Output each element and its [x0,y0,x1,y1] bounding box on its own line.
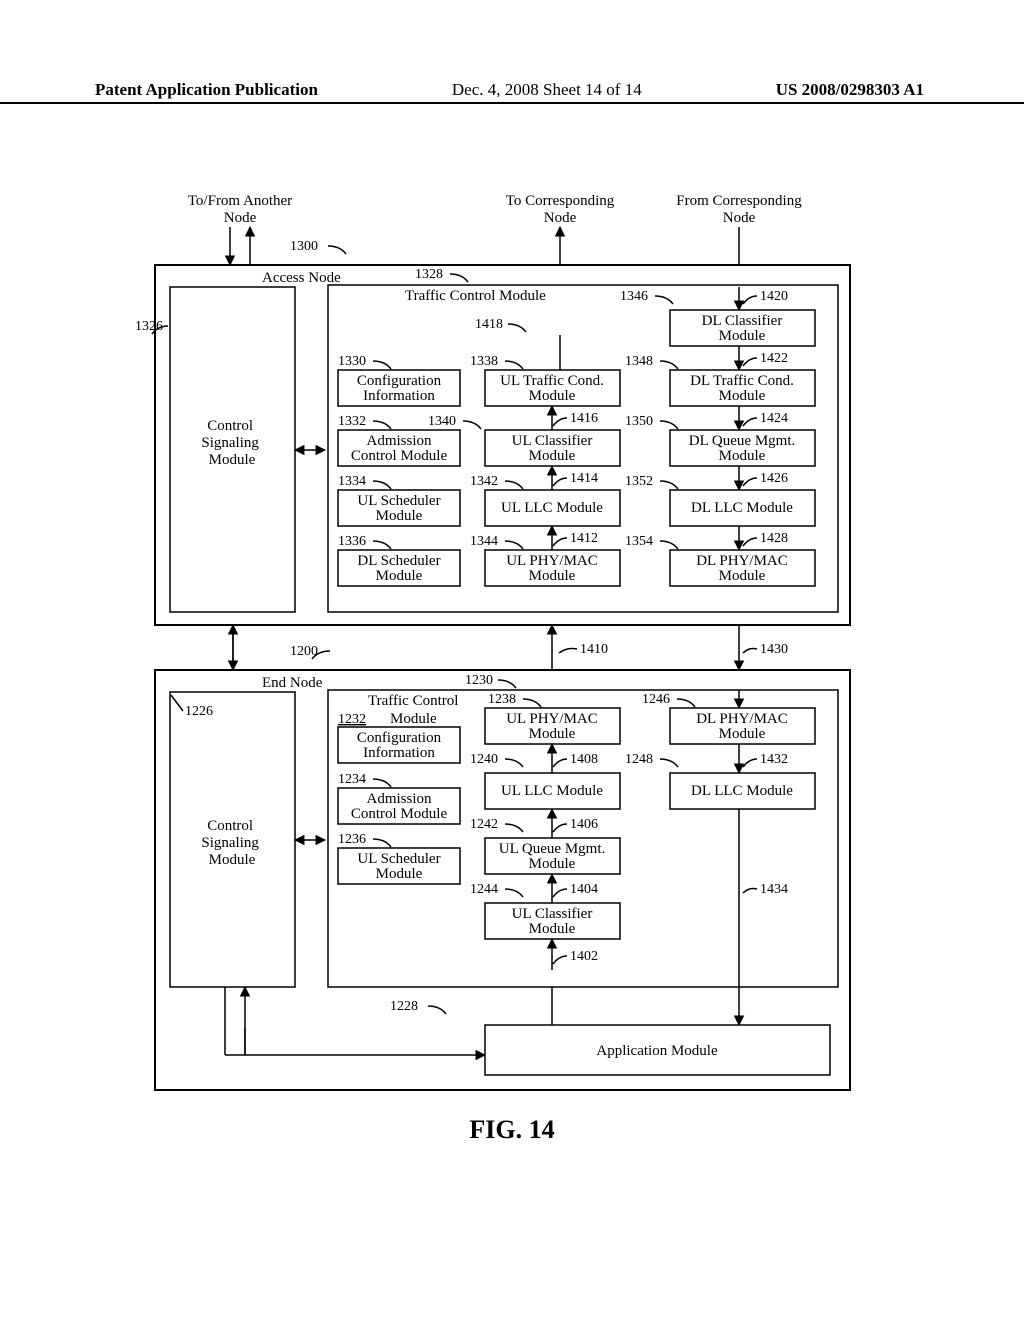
label-1330: ConfigurationInformation [357,373,442,404]
end-traffic-control-label1: Traffic Control [368,693,458,709]
ref-1402: 1402 [570,949,598,964]
leader-1410 [559,649,577,654]
ref-1406: 1406 [570,817,598,832]
ref-1412: 1412 [570,531,598,546]
ref-1234: 1234 [338,772,366,787]
ref-1430: 1430 [760,642,788,657]
ref-1246: 1246 [642,692,670,707]
end-node-title: End Node [262,675,323,691]
ref-1350: 1350 [625,414,653,429]
ref-1416: 1416 [570,411,598,426]
leader-1300 [328,246,346,254]
ref-1352: 1352 [625,474,653,489]
end-traffic-control-label2: Module [390,711,437,727]
header-right: US 2008/0298303 A1 [776,80,1024,100]
ref-1348: 1348 [625,354,653,369]
ref-1232: 1232 [338,712,366,727]
ref-1410: 1410 [580,642,608,657]
page-header: Patent Application Publication Dec. 4, 2… [0,80,1024,104]
ref-1244: 1244 [470,882,498,897]
ref-1424: 1424 [760,411,788,426]
ref-1334: 1334 [338,474,366,489]
label-1342: UL LLC Module [501,500,603,516]
application-module-label: Application Module [596,1043,718,1059]
ref-1420: 1420 [760,289,788,304]
ref-1326: 1326 [135,319,163,334]
ref-1354: 1354 [625,534,653,549]
ref-1408: 1408 [570,752,598,767]
ref-1432: 1432 [760,752,788,767]
ref-1340: 1340 [428,414,456,429]
ref-1344: 1344 [470,534,498,549]
ref-1332: 1332 [338,414,366,429]
access-node-title: Access Node [262,270,341,286]
access-control-signaling-label: Control Signaling Module [201,418,262,468]
label-1352: DL LLC Module [691,500,793,516]
figure-caption: FIG. 14 [0,1115,1024,1145]
header-center: Dec. 4, 2008 Sheet 14 of 14 [452,80,642,100]
label-config-info: ConfigurationInformation [357,730,442,761]
figure-14-diagram: To/From AnotherNode To CorrespondingNode… [130,170,875,1100]
access-traffic-control-label: Traffic Control Module [405,288,546,304]
ref-1338: 1338 [470,354,498,369]
ref-1230: 1230 [465,673,493,688]
ref-1238: 1238 [488,692,516,707]
ref-1342: 1342 [470,474,498,489]
label-1248: DL LLC Module [691,783,793,799]
ref-1428: 1428 [760,531,788,546]
ref-1228: 1228 [390,999,418,1014]
ref-1248: 1248 [625,752,653,767]
ref-1414: 1414 [570,471,598,486]
ref-1240: 1240 [470,752,498,767]
end-control-signaling-label: Control Signaling Module [201,818,262,868]
ref-1422: 1422 [760,351,788,366]
ref-1236: 1236 [338,832,366,847]
label-to-from-another: To/From AnotherNode [188,193,292,226]
ref-1226: 1226 [185,704,213,719]
ref-1346: 1346 [620,289,648,304]
ref-1418: 1418 [475,317,503,332]
label-1240: UL LLC Module [501,783,603,799]
leader-1430 [743,649,757,654]
ref-1242: 1242 [470,817,498,832]
ref-1330: 1330 [338,354,366,369]
ref-1426: 1426 [760,471,788,486]
ref-1404: 1404 [570,882,598,897]
ref-1328: 1328 [415,267,443,282]
header-left: Patent Application Publication [0,80,318,100]
ref-1300: 1300 [290,239,318,254]
ref-1336: 1336 [338,534,366,549]
ref-1434: 1434 [760,882,788,897]
label-to-corresponding: To CorrespondingNode [506,193,615,226]
label-from-corresponding: From CorrespondingNode [676,193,802,226]
